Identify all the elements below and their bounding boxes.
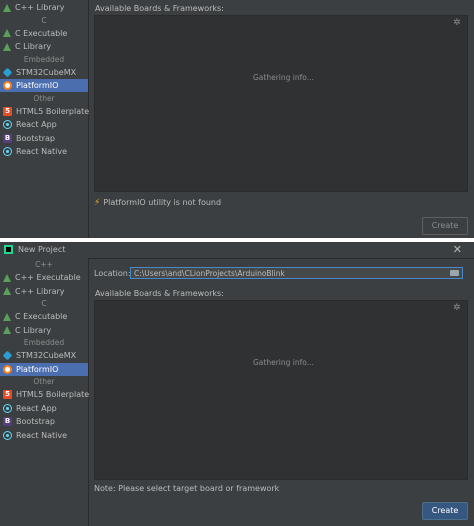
react-icon (3, 120, 12, 129)
cube-icon (2, 67, 13, 77)
spinner-icon: ✲ (453, 303, 461, 313)
sidebar-item-html5-boilerplate[interactable]: 5 HTML5 Boilerplate (0, 388, 90, 401)
sidebar-item-react-app[interactable]: React App (0, 118, 88, 131)
clion-triangle-icon (3, 42, 11, 51)
sidebar-item-bootstrap[interactable]: B Bootstrap (0, 132, 88, 145)
dialog-title: New Project (18, 245, 66, 254)
sidebar-section-header: Embedded (23, 338, 65, 347)
gathering-status: Gathering info... (253, 358, 314, 367)
html5-icon: 5 (3, 390, 12, 399)
sidebar-item-c-library[interactable]: C Library (0, 40, 88, 53)
sidebar-item-label: Bootstrap (16, 417, 55, 426)
project-type-sidebar: C++ C++ Executable C++ Library C C Executabl… (0, 258, 89, 526)
clion-triangle-icon (3, 273, 11, 282)
clion-triangle-icon (3, 287, 11, 295)
bootstrap-icon: B (3, 133, 12, 143)
warning-text: PlatformIO utility is not found (103, 198, 222, 207)
sidebar-item-react-app[interactable]: React App (0, 402, 88, 415)
sidebar-item-stm32cubemx[interactable]: STM32CubeMX (0, 66, 88, 79)
html5-icon: 5 (3, 106, 12, 116)
sidebar-item-label: React Native (16, 147, 68, 156)
sidebar-section-header: Other (33, 93, 55, 103)
cube-icon (2, 350, 13, 361)
location-value: C:\Users\and\CLionProjects\ArduinoBlink (134, 269, 285, 278)
react-icon (3, 403, 12, 413)
clion-triangle-icon (3, 29, 11, 37)
sidebar-item-label: STM32CubeMX (16, 351, 77, 360)
dialog-content: Location: C:\Users\and\CLionProjects\Ard… (89, 258, 474, 526)
sidebar-item-c-executable[interactable]: C++ Executable (0, 271, 88, 284)
create-button[interactable]: Create (422, 217, 468, 235)
sidebar-section-header: C (41, 15, 47, 25)
sidebar-item-label: C Library (15, 325, 52, 335)
lightning-warning-icon: ⚡ (94, 198, 101, 208)
location-label: Location: (94, 269, 131, 278)
sidebar-item-label: C Executable (15, 312, 68, 321)
clion-triangle-icon (3, 3, 11, 12)
sidebar-item-html5-boilerplate[interactable]: 5 HTML5 Boilerplate (0, 105, 90, 118)
sidebar-section-header: Other (33, 377, 55, 386)
clion-triangle-icon (3, 312, 11, 321)
boards-label: Available Boards & Frameworks: (95, 289, 224, 298)
spinner-icon: ✲ (453, 18, 461, 28)
sidebar-section-header: C++ (35, 260, 53, 269)
sidebar-item-label: Bootstrap (16, 133, 55, 143)
gathering-status: Gathering info... (253, 73, 314, 82)
location-input[interactable]: C:\Users\and\CLionProjects\ArduinoBlink (130, 267, 463, 279)
sidebar-item-c-library[interactable]: C Library (0, 324, 88, 337)
sidebar-item-label: PlatformIO (16, 81, 59, 90)
close-icon[interactable]: ✕ (453, 243, 462, 256)
sidebar-item-c-executable[interactable]: C Executable (0, 310, 88, 323)
sidebar-item-label: PlatformIO (16, 364, 59, 374)
sidebar-item-platformio[interactable]: PlatformIO (0, 362, 88, 376)
note-text: Note: Please select target board or fram… (94, 484, 280, 493)
bootstrap-icon: B (3, 417, 12, 426)
dialog-content: Available Boards & Frameworks: ✲ Gatheri… (89, 0, 474, 238)
boards-label: Available Boards & Frameworks: (95, 4, 224, 13)
boards-list[interactable]: ✲ Gathering info... (94, 300, 468, 480)
platformio-icon (3, 81, 12, 90)
sidebar-item-label: HTML5 Boilerplate (16, 390, 90, 399)
sidebar-item-bootstrap[interactable]: B Bootstrap (0, 415, 88, 428)
project-type-sidebar: C++ Library C C Executable C Library Embedde… (0, 0, 89, 238)
react-icon (3, 147, 12, 156)
sidebar-item-c-library[interactable]: C++ Library (0, 285, 88, 298)
create-button[interactable]: Create (422, 502, 468, 520)
sidebar-item-label: C++ Library (15, 286, 65, 296)
react-icon (3, 430, 12, 440)
warning-message: ⚡ PlatformIO utility is not found (94, 198, 221, 208)
sidebar-item-react-native[interactable]: React Native (0, 429, 88, 442)
clion-logo-icon (4, 245, 13, 254)
platformio-icon (3, 364, 12, 374)
title-bar: New Project ✕ (0, 242, 474, 259)
sidebar-item-label: C++ Library (15, 3, 65, 12)
sidebar-item-c-executable[interactable]: C Executable (0, 27, 88, 40)
sidebar-item-c-library[interactable]: C++ Library (0, 1, 88, 14)
browse-folder-icon[interactable] (450, 270, 459, 276)
sidebar-item-label: STM32CubeMX (16, 67, 77, 77)
top-dialog-panel: C++ Library C C Executable C Library Embedde… (0, 0, 474, 238)
sidebar-section-header: C (41, 299, 47, 308)
clion-triangle-icon (3, 326, 11, 334)
sidebar-item-react-native[interactable]: React Native (0, 145, 88, 158)
boards-list[interactable]: ✲ Gathering info... (94, 15, 468, 192)
sidebar-item-label: C Executable (15, 28, 68, 38)
sidebar-item-label: C Library (15, 42, 52, 51)
sidebar-item-label: React Native (16, 430, 68, 440)
sidebar-item-stm32cubemx[interactable]: STM32CubeMX (0, 349, 88, 362)
sidebar-section-header: Embedded (23, 54, 65, 64)
sidebar-item-label: C++ Executable (15, 273, 81, 282)
sidebar-item-label: React App (16, 120, 57, 129)
sidebar-item-platformio[interactable]: PlatformIO (0, 79, 88, 92)
sidebar-item-label: HTML5 Boilerplate (16, 106, 90, 116)
new-project-dialog: New Project ✕ C++ C++ Executable C++ Libra… (0, 242, 474, 526)
sidebar-item-label: React App (16, 403, 57, 413)
